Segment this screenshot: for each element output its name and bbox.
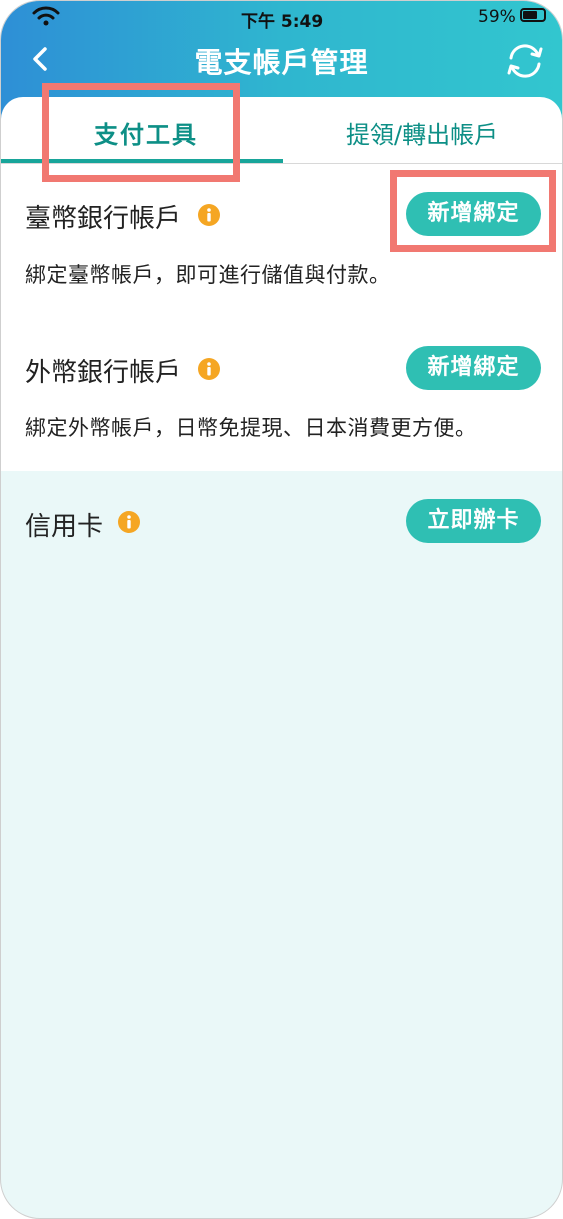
fx-section-title: 外幣銀行帳戶 bbox=[25, 358, 182, 388]
highlight-box-tab bbox=[42, 83, 240, 182]
add-fx-binding-button[interactable]: 新增綁定 bbox=[406, 346, 541, 390]
info-icon[interactable] bbox=[198, 358, 220, 380]
fx-section-description: 綁定外幣帳戶，日幣免提現、日本消費更方便。 bbox=[25, 416, 477, 440]
twd-section-description: 綁定臺幣帳戶，即可進行儲值與付款。 bbox=[25, 263, 391, 287]
fx-bank-account-section: 外幣銀行帳戶 新增綁定 綁定外幣帳戶，日幣免提現、日本消費更方便。 bbox=[1, 316, 562, 471]
wifi-icon bbox=[32, 6, 60, 26]
tab-withdraw-accounts[interactable]: 提領/轉出帳戶 bbox=[346, 115, 498, 150]
page-title: 電支帳戶管理 bbox=[194, 46, 369, 79]
info-icon[interactable] bbox=[118, 511, 140, 533]
credit-card-section-title: 信用卡 bbox=[25, 512, 104, 542]
info-icon[interactable] bbox=[198, 204, 220, 226]
twd-section-title: 臺幣銀行帳戶 bbox=[25, 204, 182, 234]
status-bar: 下午 5:49 59% bbox=[1, 1, 562, 33]
battery-percentage: 59% bbox=[478, 7, 516, 27]
highlight-box-add-binding bbox=[390, 170, 556, 252]
apply-credit-card-button[interactable]: 立即辦卡 bbox=[406, 499, 541, 543]
status-time: 下午 5:49 bbox=[241, 12, 324, 32]
refresh-icon[interactable] bbox=[505, 41, 545, 81]
phone-frame: 下午 5:49 59% 電支帳戶管理 支付工具 提領/轉出帳戶 臺幣銀行帳戶 新… bbox=[0, 0, 563, 1219]
battery-icon bbox=[520, 8, 546, 22]
